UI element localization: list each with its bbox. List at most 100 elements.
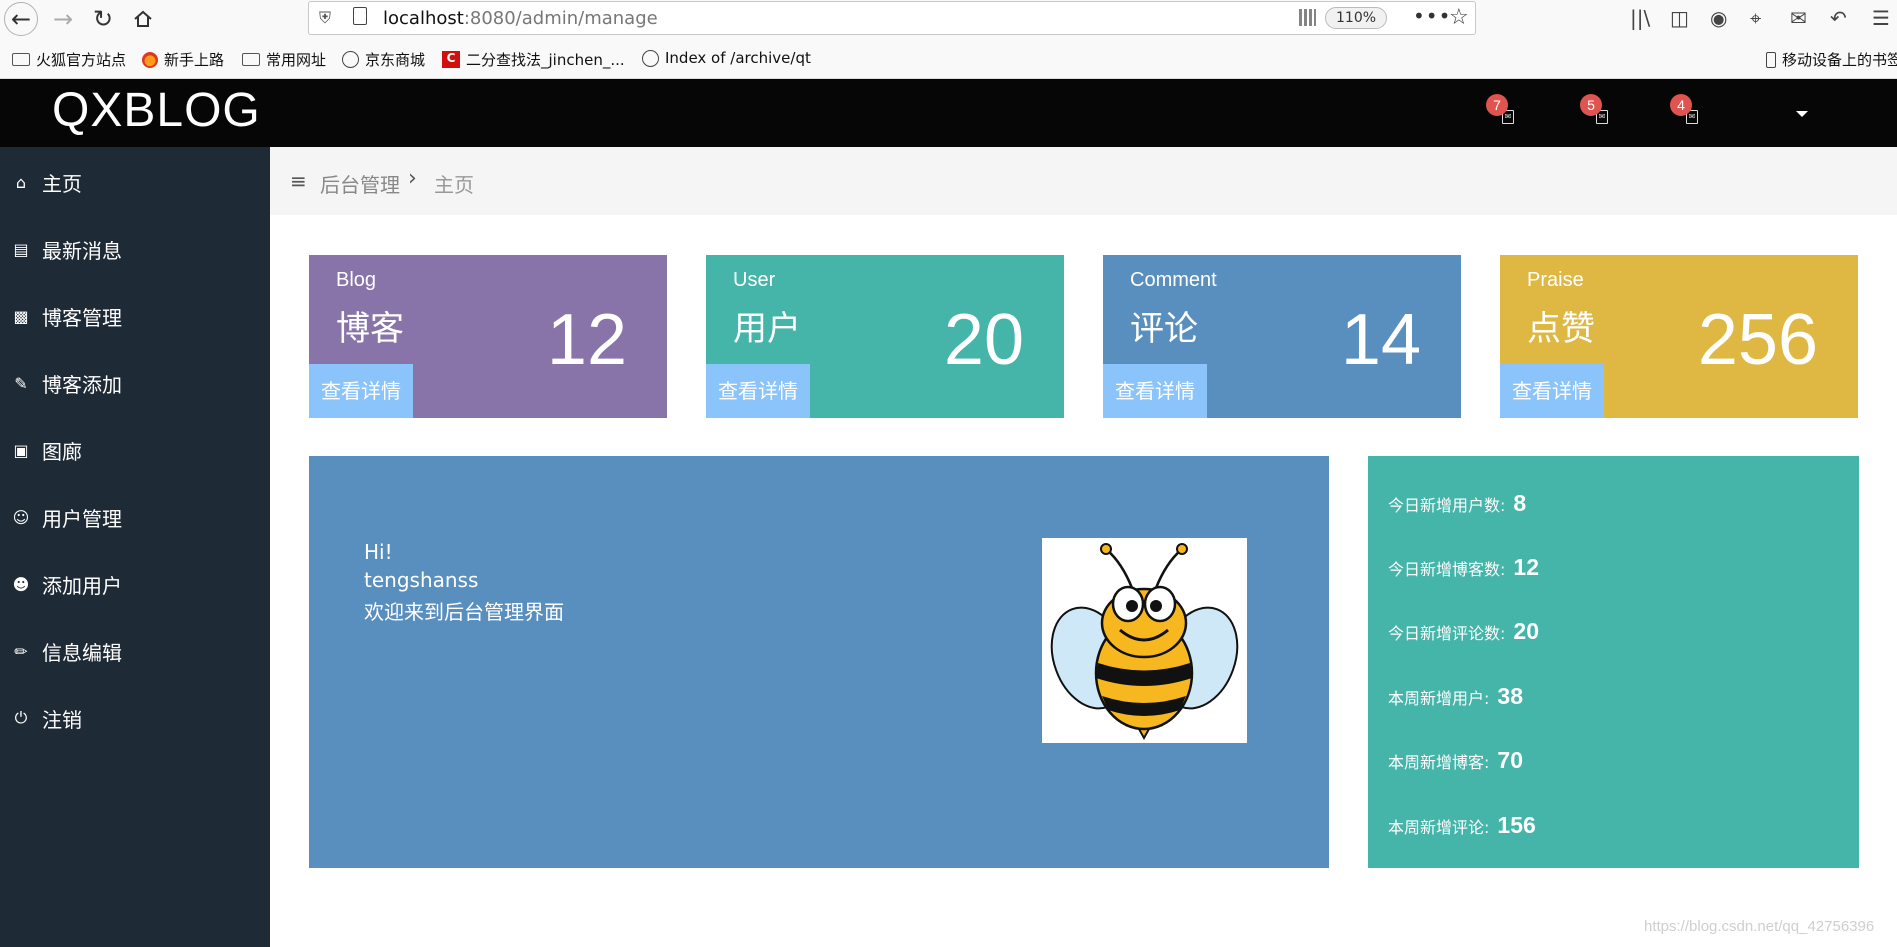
sidebar-item-edit-info[interactable]: ✏ 信息编辑 [0,626,270,676]
stat-row: 今日新增用户数: 8 [1388,490,1526,517]
bookmark-label: 京东商城 [365,51,426,69]
zoom-level[interactable]: 110% [1325,7,1388,29]
back-button[interactable]: ← [4,2,38,36]
back-arrow-icon: ← [10,5,32,33]
brand-logo[interactable]: QXBLOG [52,83,261,138]
card-blog: Blog 博客 12 查看详情 [309,255,667,418]
notification-tasks[interactable]: ✉ 5 [1580,94,1620,134]
folder-icon [12,53,30,66]
stat-label: 本周新增博客: [1388,753,1490,772]
sidebar-item-label: 最新消息 [42,238,122,263]
welcome-username: tengshanss [364,568,479,592]
sidebar-toggle-icon[interactable]: ◫ [1670,6,1689,30]
welcome-panel: Hi! tengshanss 欢迎来到后台管理界面 [309,456,1329,868]
stat-label: 今日新增评论数: [1388,624,1506,643]
stat-value: 12 [1513,554,1539,580]
sidebar-item-label: 博客管理 [42,305,122,330]
bookmark-label: 新手上路 [164,51,225,69]
card-title-cn: 评论 [1130,309,1198,349]
stat-row: 本周新增用户: 38 [1388,683,1523,710]
bee-mascot-image [1042,538,1247,743]
sidebar-item-blog-add[interactable]: ✎ 博客添加 [0,358,270,408]
mobile-bookmarks[interactable]: 移动设备上的书签 [1766,49,1897,70]
card-praise: Praise 点赞 256 查看详情 [1500,255,1858,418]
bookmark-item[interactable]: 新手上路 [142,49,224,70]
view-details-button[interactable]: 查看详情 [1500,364,1604,418]
view-details-button[interactable]: 查看详情 [309,364,413,418]
card-count: 20 [943,300,1024,380]
notification-mail[interactable]: ✉ 7 [1486,94,1526,134]
account-icon[interactable]: ◉ [1710,6,1727,30]
blog-add-icon: ✎ [14,373,28,393]
view-details-button[interactable]: 查看详情 [706,364,810,418]
sidebar-item-logout[interactable]: ⏻ 注销 [0,693,270,743]
user-menu-caret-icon[interactable] [1796,111,1808,117]
card-count: 12 [546,300,627,380]
user-icon: ☺ [12,507,30,527]
power-icon: ⏻ [14,708,28,727]
sidebar-item-blog-manage[interactable]: ▩ 博客管理 [0,291,270,341]
user-add-icon: ☻ [12,574,30,594]
bookmark-star-icon[interactable]: ☆ [1449,5,1469,30]
url-text[interactable]: localhost:8080/admin/manage [383,8,658,29]
home-button[interactable] [126,2,160,36]
notification-alerts[interactable]: ✉ 4 [1670,94,1710,134]
bookmark-item[interactable]: 火狐官方站点 [12,49,126,70]
bookmark-label: 二分查找法_jinchen_... [466,51,625,69]
shield-icon[interactable]: ⛨ [319,8,331,28]
card-title-cn: 用户 [733,309,801,349]
qr-code-icon[interactable] [1299,9,1316,26]
address-bar[interactable]: ⛨ localhost:8080/admin/manage 110% ••• ☆ [308,1,1476,35]
stat-value: 70 [1497,747,1523,773]
sidebar-item-user-manage[interactable]: ☺ 用户管理 [0,492,270,542]
sidebar-item-label: 图廊 [42,439,82,464]
card-comment: Comment 评论 14 查看详情 [1103,255,1461,418]
chat-icon[interactable]: ✉ [1790,6,1807,30]
sidebar-item-home[interactable]: ⌂ 主页 [0,157,270,207]
watermark: https://blog.csdn.net/qq_42756396 [1644,918,1875,935]
card-title-en: Blog [336,269,377,291]
reload-button[interactable]: ↻ [86,2,120,36]
app-header: QXBLOG ✉ 7 ✉ 5 ✉ 4 [0,79,1897,147]
bookmark-label: 火狐官方站点 [36,51,127,69]
library-icon[interactable]: ||\ [1630,6,1650,30]
bookmark-item[interactable]: Index of /archive/qt [642,49,811,67]
sidebar-item-messages[interactable]: ▤ 最新消息 [0,224,270,274]
notification-badge: 4 [1670,94,1692,116]
bookmark-item[interactable]: 京东商城 [342,49,425,70]
stat-value: 156 [1497,812,1536,838]
sidebar-item-user-add[interactable]: ☻ 添加用户 [0,559,270,609]
bookmark-label: Index of /archive/qt [665,49,811,67]
card-title-cn: 点赞 [1527,309,1595,349]
undo-icon[interactable]: ↶ [1830,6,1847,30]
breadcrumb-parent[interactable]: 后台管理 [320,169,400,198]
sidebar-item-label: 添加用户 [42,573,122,598]
reload-icon: ↻ [92,5,114,33]
sidebar-item-label: 主页 [42,171,82,196]
view-details-button[interactable]: 查看详情 [1103,364,1207,418]
screenshot-icon[interactable]: ⌖ [1750,6,1761,30]
notification-badge: 7 [1486,94,1508,116]
menu-icon[interactable]: ☰ [1872,6,1890,30]
more-actions-icon[interactable]: ••• [1413,4,1451,28]
globe-icon [642,49,659,67]
layers-icon: ≡ [290,169,307,193]
notification-badge: 5 [1580,94,1602,116]
stat-label: 本周新增用户: [1388,689,1490,708]
home-icon: ⌂ [15,172,27,192]
stat-label: 本周新增评论: [1388,818,1490,837]
page-icon [353,7,367,25]
stat-value: 8 [1513,490,1527,516]
breadcrumb-current: 主页 [434,173,474,197]
phone-icon [1766,51,1776,68]
folder-icon [242,53,260,66]
stat-value: 38 [1497,683,1523,709]
firefox-icon [142,51,158,68]
bookmark-item[interactable]: C 二分查找法_jinchen_... [442,49,625,70]
bookmark-item[interactable]: 常用网址 [242,49,326,70]
home-icon [134,10,152,27]
stat-row: 今日新增评论数: 20 [1388,618,1539,645]
chevron-right-icon: › [408,166,417,191]
sidebar-item-gallery[interactable]: ▣ 图廊 [0,425,270,475]
forward-button[interactable]: → [46,2,80,36]
